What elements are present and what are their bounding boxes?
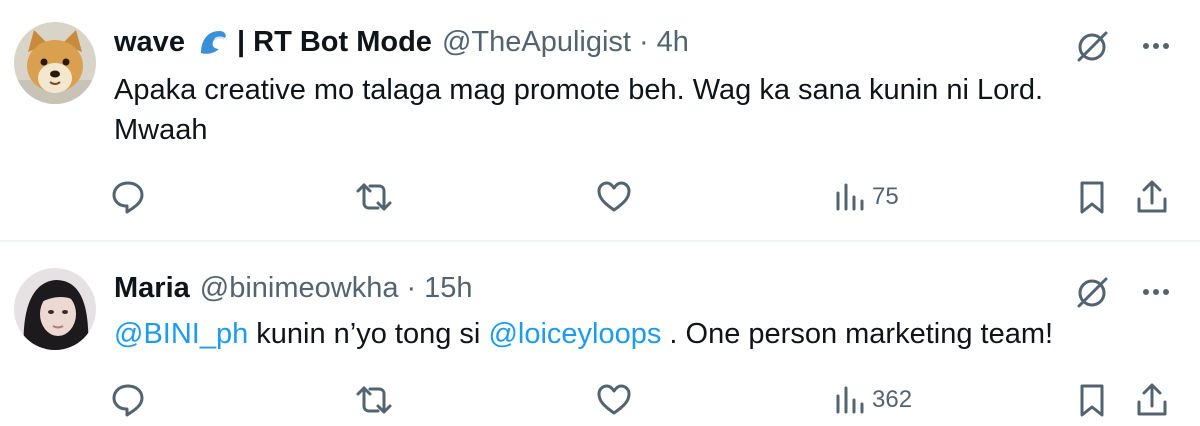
view-count: 362 <box>872 386 913 413</box>
bookmark-icon <box>1080 384 1104 417</box>
tweet-time[interactable]: 15h <box>424 272 472 305</box>
tweet[interactable]: wave | RT Bot Mode @TheApuligist · 4h Ap… <box>0 0 1200 242</box>
views-button[interactable]: 362 <box>832 378 912 422</box>
retweet-icon <box>356 386 392 414</box>
like-button[interactable] <box>592 378 636 422</box>
woman-portrait-avatar <box>14 268 96 350</box>
bookmark-button[interactable] <box>1074 378 1110 422</box>
avatar[interactable] <box>14 22 96 104</box>
mention-link[interactable]: @BINI_ph <box>114 318 248 350</box>
share-button[interactable] <box>1132 175 1172 219</box>
heart-icon <box>597 384 631 415</box>
tweet-action-bar: 362 <box>0 378 1200 422</box>
retweet-button[interactable] <box>352 175 396 219</box>
views-button[interactable]: 75 <box>832 175 899 219</box>
views-icon <box>836 183 864 211</box>
tweet-text-line: Mwaah <box>114 114 208 146</box>
reply-button[interactable] <box>106 378 150 422</box>
more-icon[interactable] <box>1136 272 1176 312</box>
reply-icon <box>112 384 144 417</box>
views-icon <box>836 386 864 414</box>
view-count: 75 <box>872 183 899 210</box>
name-suffix: | RT Bot Mode <box>236 25 432 58</box>
separator-dot: · <box>406 271 417 304</box>
separator-dot: · <box>638 25 649 58</box>
wave-emoji-icon <box>194 25 229 59</box>
retweet-button[interactable] <box>352 378 396 422</box>
tweet-action-bar: 75 <box>0 175 1200 219</box>
grok-icon[interactable] <box>1072 26 1112 66</box>
bookmark-button[interactable] <box>1074 175 1110 219</box>
tweet-text-segment: kunin n’yo tong si <box>248 318 489 350</box>
shiba-dog-avatar <box>14 22 96 104</box>
tweet[interactable]: Maria @binimeowkha · 15h @BINI_ph kunin … <box>0 242 1200 426</box>
tweet-text-segment: . One person marketing team! <box>661 318 1054 350</box>
user-handle[interactable]: @TheApuligist <box>442 26 631 59</box>
retweet-icon <box>356 183 392 211</box>
tweet-corner-actions <box>1072 272 1176 312</box>
bookmark-icon <box>1080 181 1104 214</box>
avatar[interactable] <box>14 268 96 350</box>
tweet-corner-actions <box>1072 26 1176 66</box>
user-handle[interactable]: @binimeowkha <box>200 272 399 305</box>
more-icon[interactable] <box>1136 26 1176 66</box>
share-button[interactable] <box>1132 378 1172 422</box>
reply-icon <box>112 181 144 214</box>
tweet-header: Maria @binimeowkha · 15h <box>114 268 473 308</box>
grok-icon[interactable] <box>1072 272 1112 312</box>
reply-button[interactable] <box>106 175 150 219</box>
tweet-text: Apaka creative mo talaga mag promote beh… <box>114 70 1164 150</box>
tweet-header: wave | RT Bot Mode @TheApuligist · 4h <box>114 22 689 62</box>
tweet-text-line: Apaka creative mo talaga mag promote beh… <box>114 74 1044 106</box>
share-icon <box>1137 383 1167 416</box>
heart-icon <box>597 181 631 212</box>
display-name[interactable]: Maria <box>114 272 190 305</box>
share-icon <box>1137 180 1167 213</box>
like-button[interactable] <box>592 175 636 219</box>
tweet-time[interactable]: 4h <box>657 26 689 59</box>
tweet-text: @BINI_ph kunin n’yo tong si @loiceyloops… <box>114 314 1164 354</box>
display-name[interactable]: wave <box>114 26 185 59</box>
mention-link[interactable]: @loiceyloops <box>488 318 661 350</box>
